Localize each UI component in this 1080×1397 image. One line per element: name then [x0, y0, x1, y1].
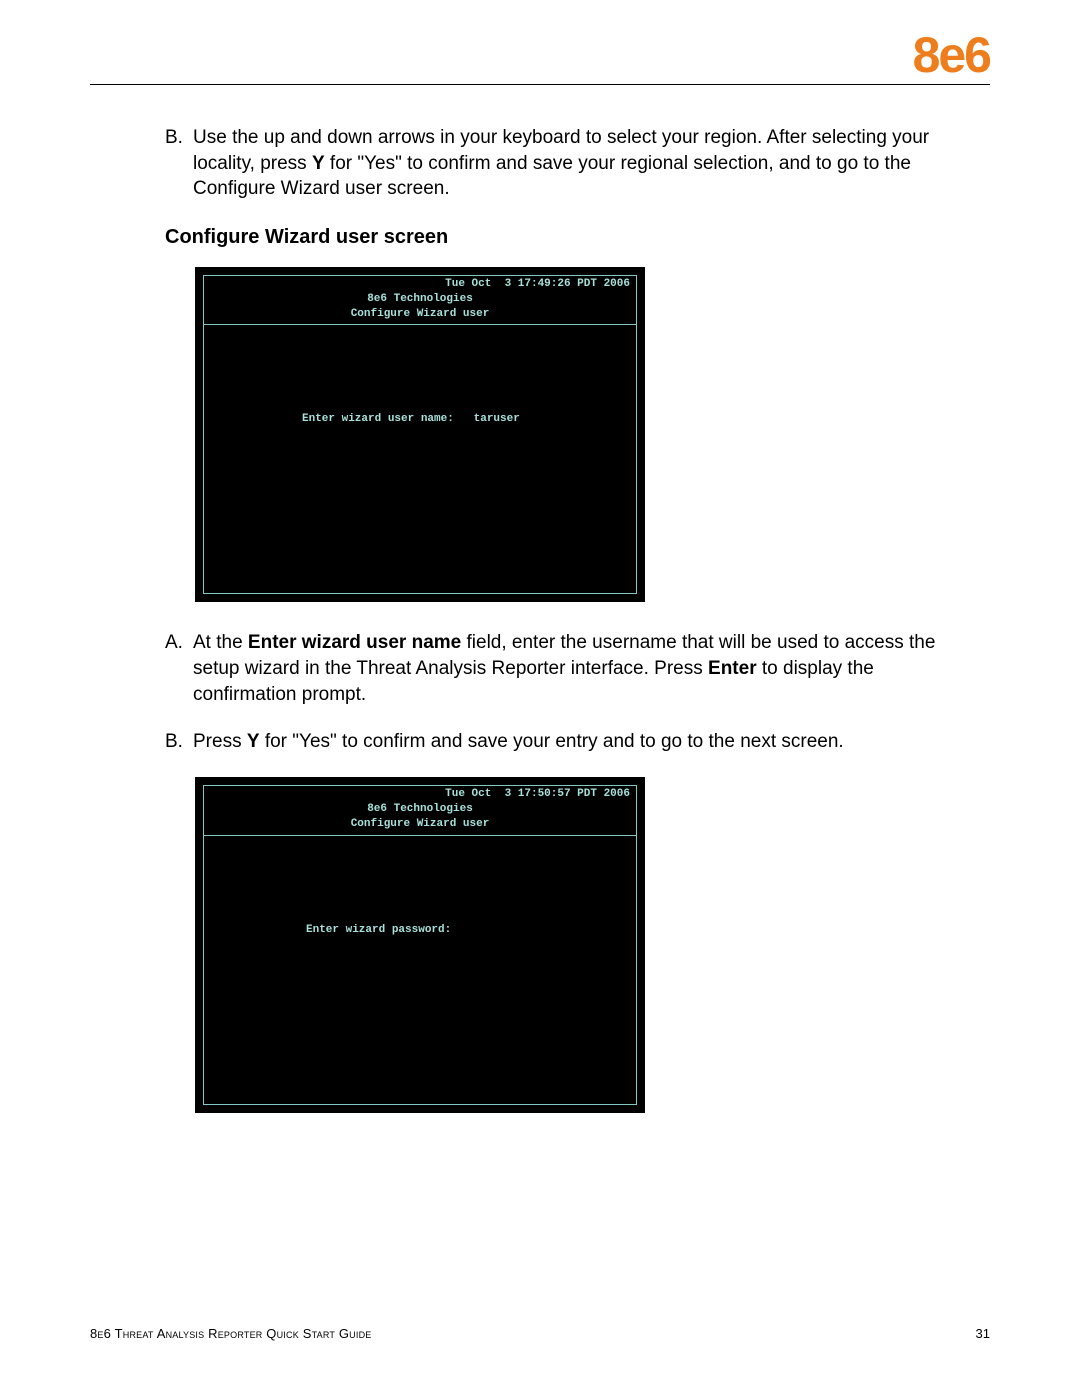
list-body: Use the up and down arrows in your keybo… [193, 125, 960, 202]
terminal-date: Tue Oct 3 17:50:57 PDT 2006 [210, 787, 630, 802]
content-block-1: B. Use the up and down arrows in your ke… [90, 125, 990, 202]
terminal-prompt-line: Enter wizard user name: taruser [302, 413, 520, 425]
list-item-b: B. Use the up and down arrows in your ke… [165, 125, 960, 202]
document-page: 8e6 B. Use the up and down arrows in you… [0, 0, 1080, 1397]
brand-logo: 8e6 [913, 30, 990, 84]
text: At the [193, 632, 248, 653]
terminal-header: Tue Oct 3 17:50:57 PDT 2006 8e6 Technolo… [204, 786, 636, 836]
page-footer: 8e6 Threat Analysis Reporter Quick Start… [90, 1326, 990, 1341]
terminal-date: Tue Oct 3 17:49:26 PDT 2006 [210, 277, 630, 292]
section-heading: Configure Wizard user screen [90, 226, 990, 249]
terminal-body: Enter wizard password: [204, 836, 636, 1104]
footer-title: 8e6 Threat Analysis Reporter Quick Start… [90, 1326, 371, 1341]
list-marker: B. [165, 729, 193, 755]
terminal-body: Enter wizard user name: taruser [204, 325, 636, 593]
list-body: Press Y for "Yes" to confirm and save yo… [193, 729, 960, 755]
prompt-label: Enter wizard password: [306, 924, 451, 936]
prompt-label: Enter wizard user name: [302, 413, 454, 425]
terminal-frame: Tue Oct 3 17:50:57 PDT 2006 8e6 Technolo… [195, 777, 645, 1113]
bold-text: Enter [708, 658, 757, 679]
list-item-b2: B. Press Y for "Yes" to confirm and save… [165, 729, 960, 755]
bold-text: Y [312, 153, 325, 174]
terminal-company: 8e6 Technologies [210, 292, 630, 307]
terminal-inner: Tue Oct 3 17:50:57 PDT 2006 8e6 Technolo… [203, 785, 637, 1105]
header-rule [90, 84, 990, 85]
page-number: 31 [976, 1326, 990, 1341]
terminal-frame: Tue Oct 3 17:49:26 PDT 2006 8e6 Technolo… [195, 267, 645, 603]
terminal-screenshot-2: Tue Oct 3 17:50:57 PDT 2006 8e6 Technolo… [195, 777, 990, 1113]
list-marker: A. [165, 630, 193, 707]
list-body: At the Enter wizard user name field, ent… [193, 630, 960, 707]
terminal-subtitle: Configure Wizard user [210, 307, 630, 322]
terminal-company: 8e6 Technologies [210, 802, 630, 817]
bold-text: Enter wizard user name [248, 632, 461, 653]
list-marker: B. [165, 125, 193, 202]
terminal-screenshot-1: Tue Oct 3 17:49:26 PDT 2006 8e6 Technolo… [195, 267, 990, 603]
page-header: 8e6 [90, 30, 990, 84]
prompt-value: taruser [454, 413, 520, 425]
terminal-subtitle: Configure Wizard user [210, 817, 630, 832]
content-block-2: A. At the Enter wizard user name field, … [90, 630, 990, 755]
terminal-header: Tue Oct 3 17:49:26 PDT 2006 8e6 Technolo… [204, 276, 636, 326]
text: Press [193, 731, 247, 752]
list-item-a: A. At the Enter wizard user name field, … [165, 630, 960, 707]
terminal-prompt-line: Enter wizard password: [306, 924, 451, 936]
terminal-inner: Tue Oct 3 17:49:26 PDT 2006 8e6 Technolo… [203, 275, 637, 595]
bold-text: Y [247, 731, 260, 752]
text: for "Yes" to confirm and save your entry… [260, 731, 844, 752]
